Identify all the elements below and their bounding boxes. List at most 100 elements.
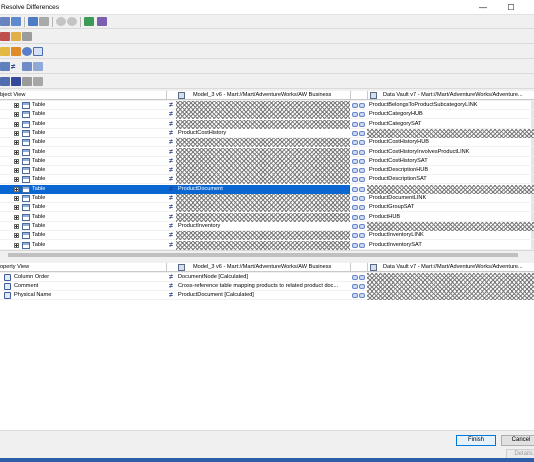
save-icon[interactable] — [28, 17, 38, 26]
table-row[interactable]: Table ≠ ProductDescriptionSAT — [0, 175, 534, 185]
copy-cell[interactable] — [350, 241, 367, 250]
right-model-cell[interactable] — [367, 184, 534, 194]
property-name-cell[interactable]: Comment — [0, 282, 166, 291]
expand-icon[interactable] — [14, 177, 19, 183]
expand-icon[interactable] — [14, 223, 19, 229]
copy-arrows-icon[interactable] — [352, 214, 365, 220]
right-model-cell[interactable]: ProductCostHistoryHUB — [367, 138, 534, 147]
right-property-cell[interactable] — [367, 273, 534, 282]
filter-icon[interactable] — [0, 32, 10, 41]
show-all-icon[interactable] — [0, 62, 10, 71]
expand-icon[interactable] — [14, 168, 19, 174]
report-icon[interactable] — [84, 17, 94, 26]
object-cell[interactable]: Table — [0, 148, 166, 157]
table-row[interactable]: Table ≠ ProductDocument — [0, 184, 534, 194]
left-model-cell[interactable]: ≠ — [166, 212, 350, 222]
expand-icon[interactable] — [14, 158, 19, 164]
expand-icon[interactable] — [14, 149, 19, 155]
property-row[interactable]: Column Order ≠ DocumentNode [Calculated] — [0, 273, 534, 282]
equal-rows-icon[interactable] — [22, 62, 32, 71]
left-model-cell[interactable]: ≠ — [166, 166, 350, 176]
right-model-cell[interactable]: ProductDescriptionHUB — [367, 166, 534, 175]
copy-arrows-icon[interactable] — [352, 186, 365, 192]
horizontal-scrollbar[interactable] — [0, 250, 534, 258]
expand-icon[interactable] — [14, 233, 19, 239]
left-model-cell[interactable]: ≠ — [166, 138, 350, 148]
table-row[interactable]: Table ≠ ProductDescriptionHUB — [0, 166, 534, 176]
copy-arrows-icon[interactable] — [352, 130, 365, 136]
globe-icon[interactable] — [22, 47, 32, 56]
model-icon[interactable] — [11, 32, 21, 41]
object-cell[interactable]: Table — [0, 241, 166, 250]
left-model-cell[interactable]: ≠ — [166, 175, 350, 185]
left-model-cell[interactable]: ≠ ProductCostHistory — [166, 129, 350, 138]
right-model-cell[interactable]: ProductCategorySAT — [367, 120, 534, 129]
copy-arrows-icon[interactable] — [352, 233, 365, 239]
column-divider[interactable] — [367, 91, 368, 100]
object-cell[interactable]: Table — [0, 101, 166, 110]
copy-cell[interactable] — [350, 101, 367, 110]
list-icon[interactable] — [33, 62, 43, 71]
column-divider[interactable] — [166, 263, 167, 272]
expand-icon[interactable] — [14, 242, 19, 248]
expand-icon[interactable] — [0, 77, 10, 86]
copy-arrows-icon[interactable] — [352, 121, 365, 127]
object-cell[interactable]: Table — [0, 110, 166, 119]
copy-arrows-icon[interactable] — [352, 196, 365, 201]
copy-cell[interactable] — [350, 110, 367, 119]
object-cell[interactable]: Table — [0, 231, 166, 240]
table-row[interactable]: Table ≠ ProductInventorySAT — [0, 240, 534, 250]
horizontal-scrollbar-thumb[interactable] — [8, 253, 518, 257]
minimize-button[interactable]: — — [476, 2, 490, 13]
copy-cell[interactable] — [350, 194, 367, 203]
copy-cell[interactable] — [350, 129, 367, 138]
object-cell[interactable]: Table — [0, 184, 166, 194]
navigate-icon[interactable] — [0, 17, 10, 26]
copy-cell[interactable] — [350, 203, 367, 212]
expand-icon[interactable] — [14, 112, 19, 118]
object-cell[interactable]: Table — [0, 138, 166, 147]
table-row[interactable]: Table ≠ ProductHUB — [0, 212, 534, 222]
copy-arrows-icon[interactable] — [352, 242, 365, 248]
property-name-cell[interactable]: Column Order — [0, 273, 166, 282]
object-cell[interactable]: Table — [0, 213, 166, 222]
right-model-cell[interactable]: ProductCategoryHUB — [367, 110, 534, 119]
right-model-cell[interactable]: ProductInventoryLINK — [367, 231, 534, 240]
copy-arrows-icon[interactable] — [352, 275, 365, 280]
column-divider[interactable] — [166, 91, 167, 100]
right-property-cell[interactable] — [367, 282, 534, 291]
left-property-cell[interactable]: ≠ Cross-reference table mapping products … — [166, 282, 350, 291]
object-cell[interactable]: Table — [0, 175, 166, 184]
left-model-cell[interactable]: ≠ — [166, 231, 350, 241]
left-property-cell[interactable]: ≠ ProductDocument [Calculated] — [166, 291, 350, 300]
compare-icon[interactable] — [22, 32, 32, 41]
right-model-cell[interactable]: ProductBelongsToProductSubcategoryLINK — [367, 101, 534, 110]
copy-cell[interactable] — [350, 175, 367, 184]
right-model-cell[interactable] — [367, 221, 534, 231]
property-name-cell[interactable]: Physical Name — [0, 291, 166, 300]
copy-cell[interactable] — [350, 185, 367, 194]
table-row[interactable]: Table ≠ ProductInventoryLINK — [0, 231, 534, 241]
table-row[interactable]: Table ≠ ProductInventory — [0, 221, 534, 231]
left-model-cell[interactable]: ≠ — [166, 240, 350, 250]
left-model-cell[interactable]: ≠ ProductDocument — [166, 184, 350, 194]
copy-cell[interactable] — [350, 166, 367, 175]
copy-arrows-icon[interactable] — [352, 158, 365, 164]
column-divider[interactable] — [367, 263, 368, 272]
copy-arrows-icon[interactable] — [352, 140, 365, 146]
column-divider[interactable] — [350, 91, 351, 100]
table-row[interactable]: Table ≠ ProductCategorySAT — [0, 119, 534, 129]
right-model-cell[interactable]: ProductDocumentLINK — [367, 194, 534, 203]
left-model-cell[interactable]: ≠ — [166, 147, 350, 157]
right-model-cell[interactable] — [367, 128, 534, 138]
copy-arrows-icon[interactable] — [352, 284, 365, 289]
copy-cell[interactable] — [350, 231, 367, 240]
expand-icon[interactable] — [14, 103, 19, 108]
tag-icon[interactable] — [97, 17, 107, 26]
property-row[interactable]: Physical Name ≠ ProductDocument [Calculate… — [0, 291, 534, 300]
arrow-right-icon[interactable] — [11, 17, 21, 26]
not-equal-icon[interactable]: ≠ — [11, 62, 21, 71]
expand-icon[interactable] — [14, 130, 19, 136]
copy-arrows-icon[interactable] — [352, 177, 365, 183]
copy-cell[interactable] — [350, 282, 367, 291]
